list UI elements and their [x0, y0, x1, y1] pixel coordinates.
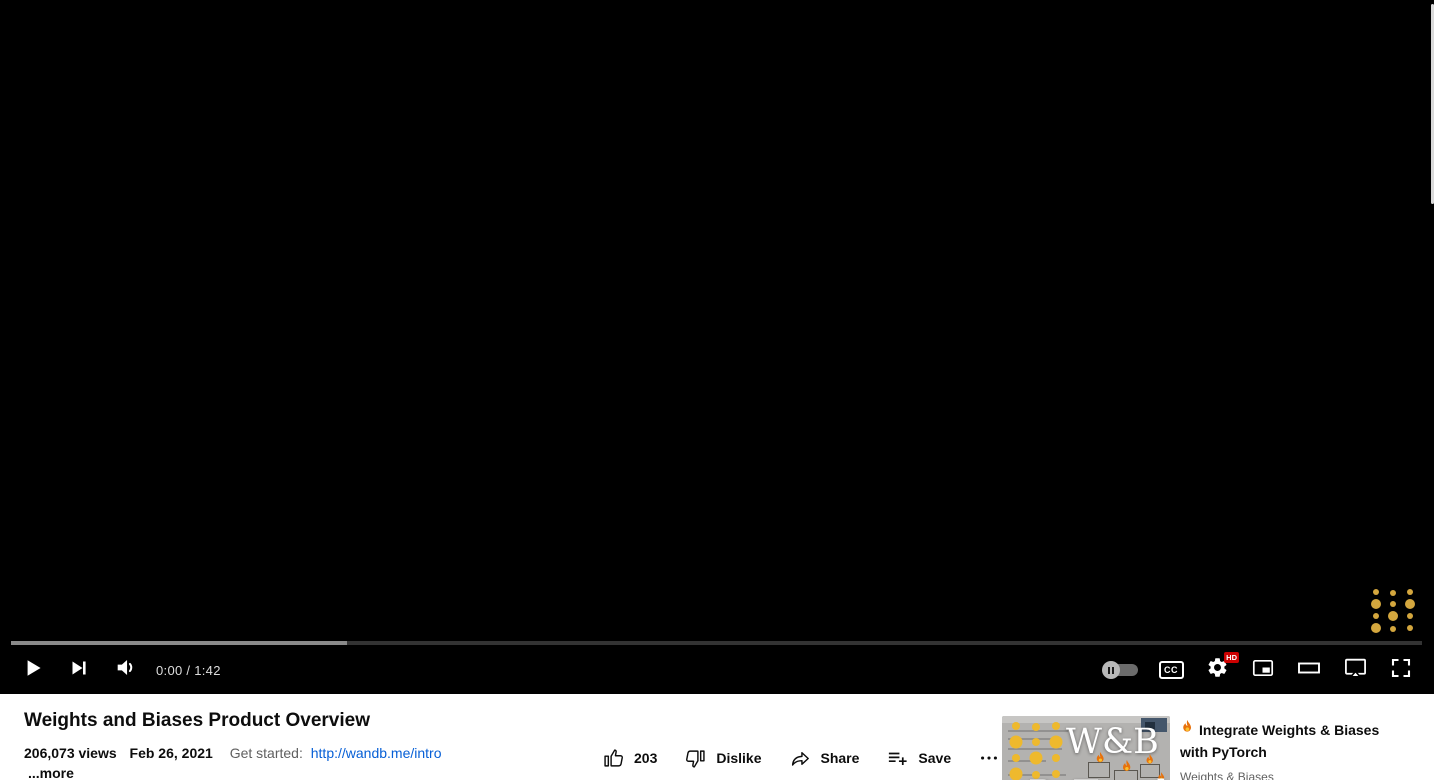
suggested-video-thumbnail[interactable]: W&B PyTorch	[1002, 716, 1170, 780]
description-snippet: Get started:	[230, 745, 303, 761]
dislike-label: Dislike	[716, 750, 761, 766]
like-button[interactable]: 203	[602, 747, 657, 770]
fullscreen-button[interactable]	[1378, 646, 1424, 694]
thumbnail-wandb-dots-logo	[1010, 720, 1066, 780]
thumbnail-pytorch-text: PyTorch	[1028, 773, 1170, 780]
play-on-tv-icon	[1343, 655, 1368, 685]
more-dots-icon	[978, 747, 1000, 769]
fullscreen-icon	[1389, 656, 1413, 685]
save-button[interactable]: Save	[886, 747, 951, 770]
show-more-button[interactable]: ...more	[28, 765, 74, 780]
dislike-button[interactable]: Dislike	[684, 747, 761, 770]
time-display: 0:00 / 1:42	[148, 663, 221, 678]
progress-buffered	[11, 641, 347, 645]
progress-bar[interactable]	[11, 641, 1422, 645]
playlist-add-icon	[886, 747, 909, 770]
save-label: Save	[918, 750, 951, 766]
next-button[interactable]	[56, 646, 102, 694]
video-title: Weights and Biases Product Overview	[24, 710, 370, 732]
miniplayer-button[interactable]	[1240, 646, 1286, 694]
thumb-up-icon	[602, 747, 625, 770]
volume-button[interactable]	[102, 646, 148, 694]
share-arrow-icon	[789, 747, 812, 770]
wandb-watermark-logo	[1372, 588, 1416, 634]
like-count: 203	[634, 750, 657, 766]
play-icon	[20, 655, 46, 686]
theater-mode-icon	[1296, 656, 1322, 685]
description-link[interactable]: http://wandb.me/intro	[311, 745, 442, 761]
suggested-video-item[interactable]: W&B PyTorch Integrate Weights & Biases w…	[1002, 716, 1432, 780]
subtitles-button[interactable]: CC	[1148, 646, 1194, 694]
autoplay-toggle-knob	[1102, 661, 1120, 679]
miniplayer-icon	[1251, 656, 1275, 685]
action-bar: 203 Dislike Share Save	[602, 742, 1000, 774]
suggested-video-channel[interactable]: Weights & Biases	[1180, 770, 1432, 780]
hd-quality-badge: HD	[1224, 652, 1239, 663]
fire-icon	[1094, 752, 1107, 772]
next-icon	[67, 656, 91, 685]
fire-icon	[1180, 720, 1195, 742]
settings-button[interactable]: HD	[1194, 646, 1240, 694]
play-on-tv-button[interactable]	[1332, 646, 1378, 694]
theater-mode-button[interactable]	[1286, 646, 1332, 694]
volume-icon	[113, 655, 138, 685]
video-meta: 206,073 views Feb 26, 2021 Get started: …	[24, 745, 442, 761]
play-button[interactable]	[10, 646, 56, 694]
video-player[interactable]: 0:00 / 1:42 CC HD	[0, 0, 1434, 694]
upload-date: Feb 26, 2021	[130, 745, 213, 761]
more-actions-button[interactable]	[978, 747, 1000, 769]
suggested-video-title[interactable]: Integrate Weights & Biases with PyTorch	[1180, 720, 1432, 762]
autoplay-toggle[interactable]	[1094, 646, 1148, 694]
fire-icon	[1144, 754, 1156, 773]
cc-icon: CC	[1159, 661, 1184, 679]
share-label: Share	[821, 750, 860, 766]
share-button[interactable]: Share	[789, 747, 860, 770]
thumb-down-icon	[684, 747, 707, 770]
view-count: 206,073 views	[24, 745, 117, 761]
